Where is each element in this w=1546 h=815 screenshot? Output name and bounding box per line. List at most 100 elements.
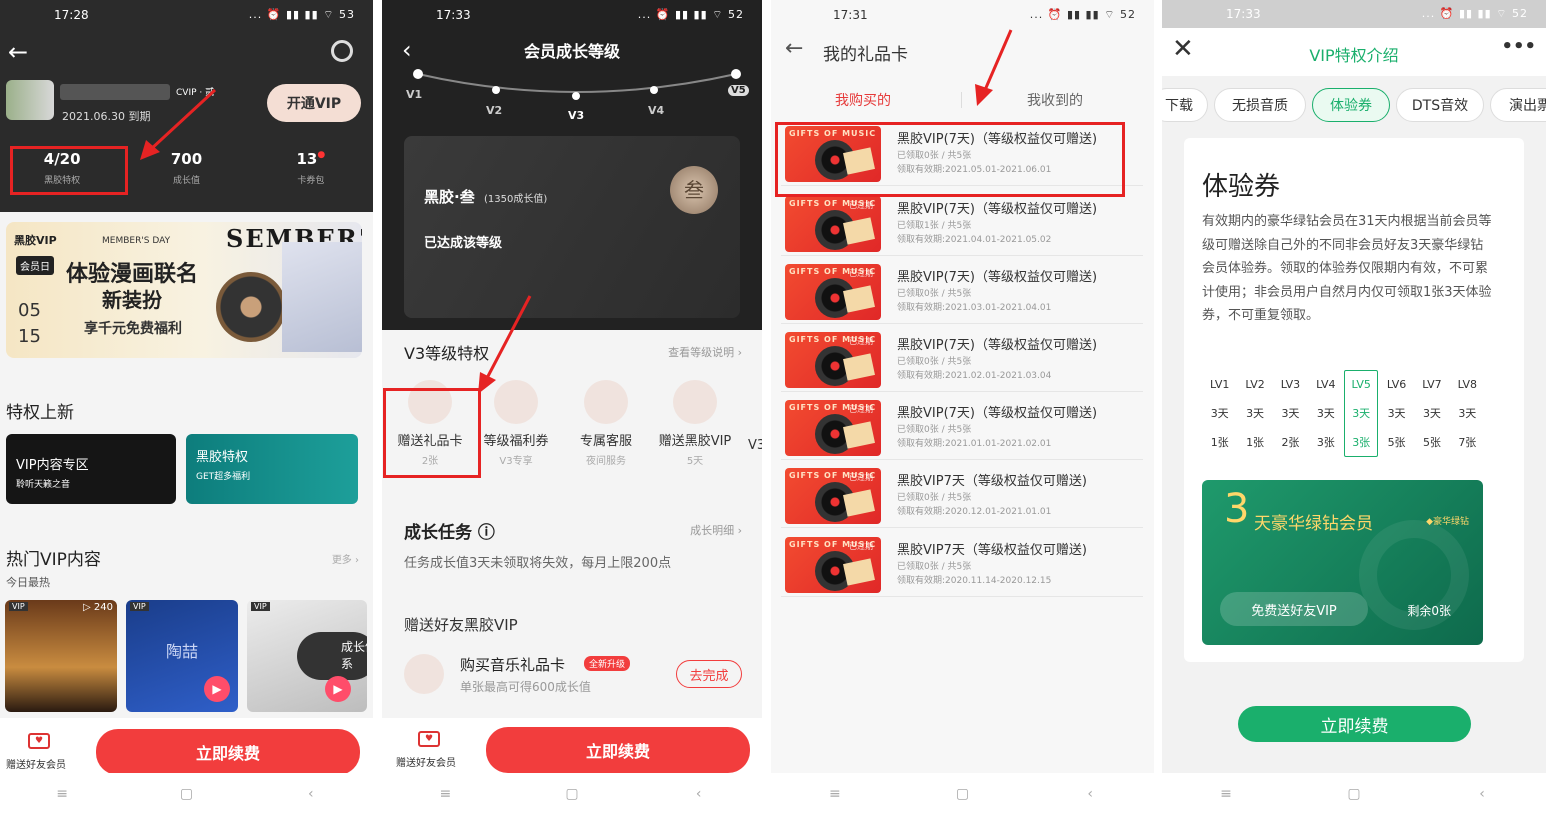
task-desc: 任务成长值3天未领取将失效，每月上限200点 [404,556,672,571]
more-icon[interactable]: ••• [1501,36,1536,57]
voucher-text: 天豪华绿钻会员 [1254,514,1373,534]
status-time: 17:33 [1226,7,1261,21]
vip-expire: 2021.06.30 到期 [62,110,151,123]
vip-tag: CVIP · 贰 [176,88,215,98]
stat-coupons[interactable]: 13● 卡券包 [249,150,373,187]
card-vip-content[interactable]: VIP内容专区 聆听天籁之音 [6,434,176,504]
thumb-text: 陶喆 [166,642,199,661]
panel-growth-level: 17:33... ⏰ ▮▮ ▮▮ ⌔ 52 ‹ 会员成长等级 V1 V2 V3 … [382,0,762,815]
home-icon[interactable]: ▢ [1324,786,1384,802]
gift-card-row[interactable]: GIFTS OF MUSIC 已过期 黑胶VIP(7天)（等级权益仅可赠送) 已领取0… [781,258,1143,324]
card-period: 领取有效期:2021.02.01-2021.03.04 [897,371,1052,381]
level-label: V1 [406,88,423,101]
gift-card-row[interactable]: GIFTS OF MUSIC 已过期 黑胶VIP(7天)（等级权益仅可赠送) 已领取0… [781,326,1143,392]
gift-member-icon[interactable]: ♥ [418,731,440,747]
renew-button[interactable]: 立即续费 [96,729,360,775]
privilege-link[interactable]: 查看等级说明 › [668,344,742,360]
privilege-service[interactable]: 专属客服 夜间服务 [566,378,646,467]
card-period: 领取有效期:2020.12.01-2021.01.01 [897,507,1052,517]
privilege-vinyl-vip[interactable]: 赠送黑胶VIP 5天 [650,378,740,467]
gift-card-row[interactable]: GIFTS OF MUSIC 已过期 黑胶VIP(7天)（等级权益仅可赠送) 已领取1… [781,190,1143,256]
voucher-number: 3 [1224,486,1250,532]
play-icon[interactable]: ▶ [204,676,230,702]
system-navbar: ≡ ▢ ‹ [0,773,373,815]
tab-lossless[interactable]: 无损音质 [1214,88,1306,122]
back-icon[interactable]: ← [8,38,28,66]
gift-member-label[interactable]: 赠送好友会员 [396,754,456,769]
level-label: V4 [648,104,665,117]
tab-divider [961,92,962,108]
renew-button[interactable]: 立即续费 [1238,706,1471,742]
system-navbar: ≡ ▢ ‹ [771,773,1154,815]
card-title: 黑胶VIP(7天)（等级权益仅可赠送) [897,406,1098,421]
open-vip-button[interactable]: 开通VIP [267,84,361,122]
task-link[interactable]: 成长明细 › [690,522,742,538]
gift-card-image: GIFTS OF MUSIC 已过期 [785,332,881,388]
username-blurred [60,84,170,100]
back-nav-icon[interactable]: ‹ [1452,786,1512,802]
play-icon[interactable]: ▶ [325,676,351,702]
card-title: VIP内容专区 [16,458,89,473]
hot-thumb-2[interactable]: VIP 陶喆 ▶ [126,600,238,712]
vip-tag: VIP [251,602,270,611]
stat-growth[interactable]: 700 成长值 [124,150,248,187]
menu-icon[interactable]: ≡ [805,786,865,802]
back-icon[interactable]: ← [785,36,803,61]
card-vinyl-privileges[interactable]: 黑胶特权 GET超多福利 [186,434,358,504]
go-complete-button[interactable]: 去完成 [676,660,742,688]
gift-member-icon[interactable]: ♥ [28,733,50,749]
privilege-more[interactable]: V3 [748,438,762,453]
gift-card-image: GIFTS OF MUSIC 已过期 [785,400,881,456]
renew-button[interactable]: 立即续费 [486,727,750,773]
customer-service-icon[interactable] [331,40,353,62]
hot-thumb-1[interactable]: VIP ▷ 240 [5,600,117,712]
banner-date: 05 [18,300,41,321]
section-hot-vip: 热门VIP内容 [6,550,101,570]
menu-icon[interactable]: ≡ [32,786,92,802]
privilege-coupon[interactable]: 等级福利券 V3专享 [476,378,556,467]
gift-card-row[interactable]: GIFTS OF MUSIC 已过期 黑胶VIP7天（等级权益仅可赠送) 已领取0张 … [781,462,1143,528]
page-title: VIP特权介绍 [1309,46,1399,65]
more-link[interactable]: 更多 › [332,551,359,566]
level-status: 已达成该等级 [424,236,503,251]
expired-tag: 已过期 [849,269,873,278]
tab-bought[interactable]: 我购买的 [835,90,891,110]
gift-member-label[interactable]: 赠送好友会员 [6,756,66,771]
back-nav-icon[interactable]: ‹ [281,786,341,802]
home-icon[interactable]: ▢ [156,786,216,802]
level-badge: V5 [728,85,749,96]
panel-vip-privilege-intro: 17:33... ⏰ ▮▮ ▮▮ ⌔ 52 ✕ VIP特权介绍 ••• 下载 无… [1162,0,1546,815]
card-period: 领取有效期:2020.11.14-2020.12.15 [897,576,1052,586]
member-day-banner[interactable]: 黑胶VIP 会员日 MEMBER'S DAY SEMBER'S 体验漫画联名 新… [6,222,362,358]
card-count: 已领取0张 / 共5张 [897,425,972,435]
tab-tickets[interactable]: 演出票 [1490,88,1546,122]
menu-icon[interactable]: ≡ [415,786,475,802]
vip-header: 17:28 ... ⏰ ▮▮ ▮▮ ⌔ 53 ← CVIP · 贰 2021.06… [0,0,373,212]
tab-download[interactable]: 下载 [1162,88,1208,122]
free-gift-vip-button[interactable]: 免费送好友VIP [1220,592,1368,626]
highlight-box [775,122,1125,197]
privilege-title: V3等级特权 [404,344,490,363]
back-nav-icon[interactable]: ‹ [1060,786,1120,802]
tab-dts[interactable]: DTS音效 [1396,88,1484,122]
home-icon[interactable]: ▢ [542,786,602,802]
status-time: 17:33 [436,8,471,22]
tab-trial-voucher[interactable]: 体验券 [1312,88,1390,122]
gift-card-row[interactable]: GIFTS OF MUSIC 已过期 黑胶VIP(7天)（等级权益仅可赠送) 已领取0… [781,394,1143,460]
gramophone-icon [216,272,286,342]
hot-thumb-3[interactable]: VIP 成长体系 ▶ [247,600,367,712]
banner-title-2: 新装扮 [102,288,162,312]
tab-received[interactable]: 我收到的 [1027,90,1083,110]
gift-card-row[interactable]: GIFTS OF MUSIC 已过期 黑胶VIP7天（等级权益仅可赠送) 已领取0张 … [781,531,1143,597]
card-count: 已领取0张 / 共5张 [897,562,972,572]
card-title: 黑胶VIP7天（等级权益仅可赠送) [897,474,1087,489]
card-title: 黑胶VIP(7天)（等级权益仅可赠送) [897,202,1098,217]
back-nav-icon[interactable]: ‹ [669,786,729,802]
growth-system-popup[interactable]: 成长体系 [297,632,367,680]
home-icon[interactable]: ▢ [932,786,992,802]
menu-icon[interactable]: ≡ [1196,786,1256,802]
level-card: 黑胶·叁 (1350成长值) 已达成该等级 叁 [404,136,740,318]
avatar[interactable] [6,80,54,120]
section-new-privileges: 特权上新 [6,403,74,423]
gift-card-image: GIFTS OF MUSIC 已过期 [785,196,881,252]
